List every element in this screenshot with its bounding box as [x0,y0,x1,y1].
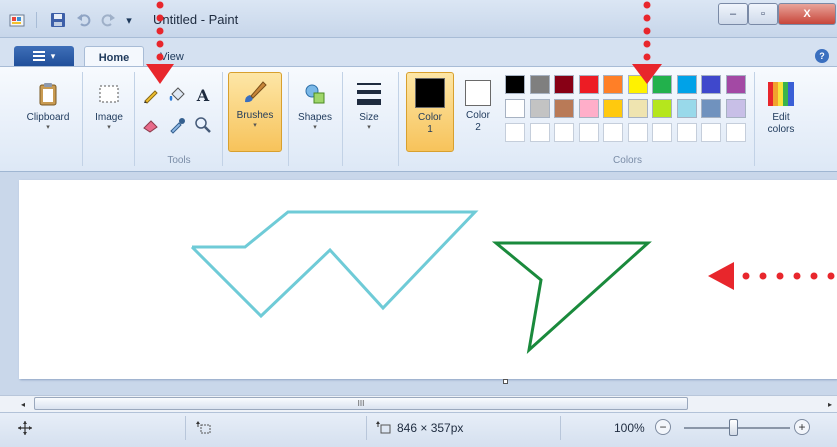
annotation-overlay [146,1,835,290]
annotation-arrow-canvas [708,262,835,290]
annotation-arrow-tools [146,1,174,84]
annotation-arrow-colors [632,1,662,84]
